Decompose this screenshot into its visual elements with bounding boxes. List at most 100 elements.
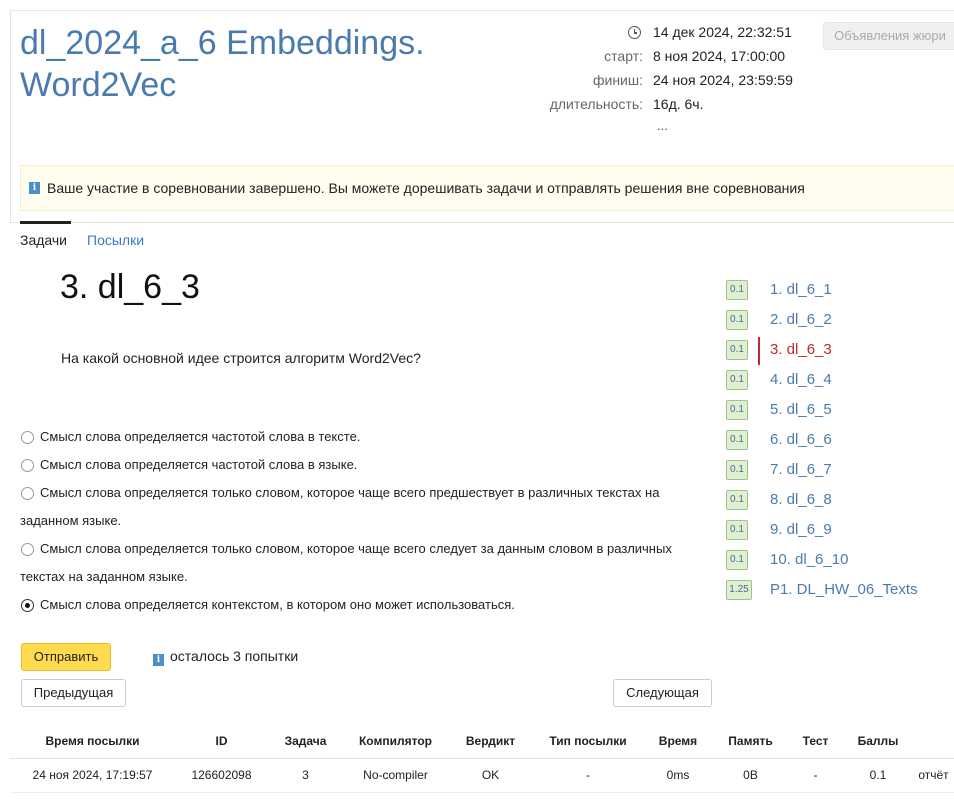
column-header: Задача bbox=[268, 724, 343, 759]
problem-question: На какой основной идее строится алгоритм… bbox=[61, 350, 421, 366]
radio-button-checked[interactable] bbox=[21, 599, 34, 612]
column-header bbox=[913, 724, 954, 759]
score-badge: 0.1 bbox=[726, 310, 748, 330]
problem-link[interactable]: 8. dl_6_8 bbox=[770, 491, 832, 508]
column-header: Тест bbox=[788, 724, 843, 759]
radio-button[interactable] bbox=[21, 431, 34, 444]
problem-link[interactable]: 3. dl_6_3 bbox=[770, 341, 832, 358]
problem-link[interactable]: 9. dl_6_9 bbox=[770, 521, 832, 538]
problem-list-item-current[interactable]: 0.1 3. dl_6_3 bbox=[726, 337, 954, 368]
attempts-remaining: i осталось 3 попытки bbox=[153, 648, 298, 666]
option-text: Смысл слова определяется только словом, … bbox=[40, 485, 660, 500]
option-text-continued: текстах на заданном языке. bbox=[20, 569, 188, 584]
column-header: Время bbox=[643, 724, 713, 759]
problem-link[interactable]: 2. dl_6_2 bbox=[770, 311, 832, 328]
problem-list-item[interactable]: 0.1 10. dl_6_10 bbox=[726, 548, 954, 578]
meta-finish-label: финиш: bbox=[592, 72, 643, 88]
attempts-text: осталось 3 попытки bbox=[170, 648, 299, 664]
notice-text: Ваше участие в соревновании завершено. В… bbox=[47, 180, 805, 196]
problem-list-item[interactable]: 0.1 7. dl_6_7 bbox=[726, 458, 954, 488]
problem-list-item[interactable]: 0.1 2. dl_6_2 bbox=[726, 308, 954, 338]
answer-options: Смысл слова определяется частотой слова … bbox=[20, 423, 700, 619]
submit-button[interactable]: Отправить bbox=[21, 643, 111, 671]
tab-submissions[interactable]: Посылки bbox=[87, 232, 144, 248]
problem-list-item[interactable]: 0.1 8. dl_6_8 bbox=[726, 488, 954, 518]
problem-list-item[interactable]: 0.1 6. dl_6_6 bbox=[726, 428, 954, 458]
column-header: Время посылки bbox=[10, 724, 175, 759]
submission-test: - bbox=[788, 758, 843, 793]
previous-problem-button[interactable]: Предыдущая bbox=[21, 679, 126, 707]
score-badge: 0.1 bbox=[726, 430, 748, 450]
tab-active-indicator bbox=[20, 221, 71, 224]
problem-list-item[interactable]: 0.1 1. dl_6_1 bbox=[726, 278, 954, 308]
meta-duration: длительность: 16д. 6ч. bbox=[520, 96, 810, 116]
participation-notice: i Ваше участие в соревновании завершено.… bbox=[20, 165, 954, 211]
report-link[interactable]: отчёт bbox=[913, 758, 954, 793]
meta-more[interactable]: ... bbox=[657, 118, 668, 133]
score-badge: 0.1 bbox=[726, 340, 748, 360]
submission-verdict: OK bbox=[448, 758, 533, 793]
option-text: Смысл слова определяется контекстом, в к… bbox=[40, 597, 515, 612]
answer-option-selected[interactable]: Смысл слова определяется контекстом, в к… bbox=[20, 591, 700, 619]
answer-option[interactable]: Смысл слова определяется частотой слова … bbox=[20, 451, 700, 479]
score-badge: 0.1 bbox=[726, 280, 748, 300]
submission-type: - bbox=[533, 758, 643, 793]
problem-list-item[interactable]: 0.1 4. dl_6_4 bbox=[726, 368, 954, 398]
radio-button[interactable] bbox=[21, 487, 34, 500]
meta-start-value: 8 ноя 2024, 17:00:00 bbox=[653, 48, 786, 64]
clock-icon bbox=[628, 26, 641, 39]
submission-score: 0.1 bbox=[843, 758, 913, 793]
tab-problems[interactable]: Задачи bbox=[20, 232, 67, 248]
info-icon: i bbox=[153, 654, 164, 666]
submission-problem: 3 bbox=[268, 758, 343, 793]
meta-finish-value: 24 ноя 2024, 23:59:59 bbox=[653, 72, 793, 88]
problem-list-item[interactable]: 0.1 9. dl_6_9 bbox=[726, 518, 954, 548]
score-badge: 0.1 bbox=[726, 490, 748, 510]
option-text-continued: заданном языке. bbox=[20, 513, 122, 528]
problem-link[interactable]: 4. dl_6_4 bbox=[770, 371, 832, 388]
problem-link[interactable]: P1. DL_HW_06_Texts bbox=[770, 581, 918, 598]
submission-id: 126602098 bbox=[175, 758, 268, 793]
problem-link[interactable]: 7. dl_6_7 bbox=[770, 461, 832, 478]
table-header-row: Время посылки ID Задача Компилятор Верди… bbox=[10, 724, 954, 759]
meta-duration-value: 16д. 6ч. bbox=[653, 96, 704, 112]
submissions-table: Время посылки ID Задача Компилятор Верди… bbox=[10, 724, 954, 793]
problem-link[interactable]: 10. dl_6_10 bbox=[770, 551, 848, 568]
score-badge: 0.1 bbox=[726, 460, 748, 480]
column-header: Тип посылки bbox=[533, 724, 643, 759]
answer-option[interactable]: Смысл слова определяется только словом, … bbox=[20, 535, 700, 591]
column-header: ID bbox=[175, 724, 268, 759]
score-badge: 0.1 bbox=[726, 550, 748, 570]
meta-duration-label: длительность: bbox=[549, 96, 643, 112]
current-problem-marker bbox=[758, 337, 760, 365]
info-icon: i bbox=[29, 182, 40, 194]
table-row: 24 ноя 2024, 17:19:57 126602098 3 No-com… bbox=[10, 758, 954, 793]
radio-button[interactable] bbox=[21, 543, 34, 556]
submission-memory: 0B bbox=[713, 758, 788, 793]
option-text: Смысл слова определяется частотой слова … bbox=[40, 429, 361, 444]
meta-now: 14 дек 2024, 22:32:51 bbox=[520, 24, 810, 44]
radio-button[interactable] bbox=[21, 459, 34, 472]
problem-link[interactable]: 6. dl_6_6 bbox=[770, 431, 832, 448]
meta-now-value: 14 дек 2024, 22:32:51 bbox=[653, 24, 792, 40]
option-text: Смысл слова определяется частотой слова … bbox=[40, 457, 358, 472]
meta-start-label: старт: bbox=[604, 48, 643, 64]
option-text: Смысл слова определяется только словом, … bbox=[40, 541, 672, 556]
column-header: Вердикт bbox=[448, 724, 533, 759]
score-badge: 0.1 bbox=[726, 400, 748, 420]
contest-title: dl_2024_a_6 Embeddings. Word2Vec bbox=[20, 24, 425, 104]
problem-list-item[interactable]: 1.25 P1. DL_HW_06_Texts bbox=[726, 578, 954, 608]
column-header: Компилятор bbox=[343, 724, 448, 759]
column-header: Баллы bbox=[843, 724, 913, 759]
problem-list-item[interactable]: 0.1 5. dl_6_5 bbox=[726, 398, 954, 428]
problem-link[interactable]: 1. dl_6_1 bbox=[770, 281, 832, 298]
meta-finish: финиш: 24 ноя 2024, 23:59:59 bbox=[520, 72, 810, 92]
problem-link[interactable]: 5. dl_6_5 bbox=[770, 401, 832, 418]
answer-option[interactable]: Смысл слова определяется частотой слова … bbox=[20, 423, 700, 451]
score-badge: 0.1 bbox=[726, 520, 748, 540]
next-problem-button[interactable]: Следующая bbox=[613, 679, 712, 707]
answer-option[interactable]: Смысл слова определяется только словом, … bbox=[20, 479, 700, 535]
problem-title: 3. dl_6_3 bbox=[60, 268, 200, 306]
jury-announcements-button[interactable]: Объявления жюри bbox=[823, 22, 954, 50]
score-badge: 0.1 bbox=[726, 370, 748, 390]
